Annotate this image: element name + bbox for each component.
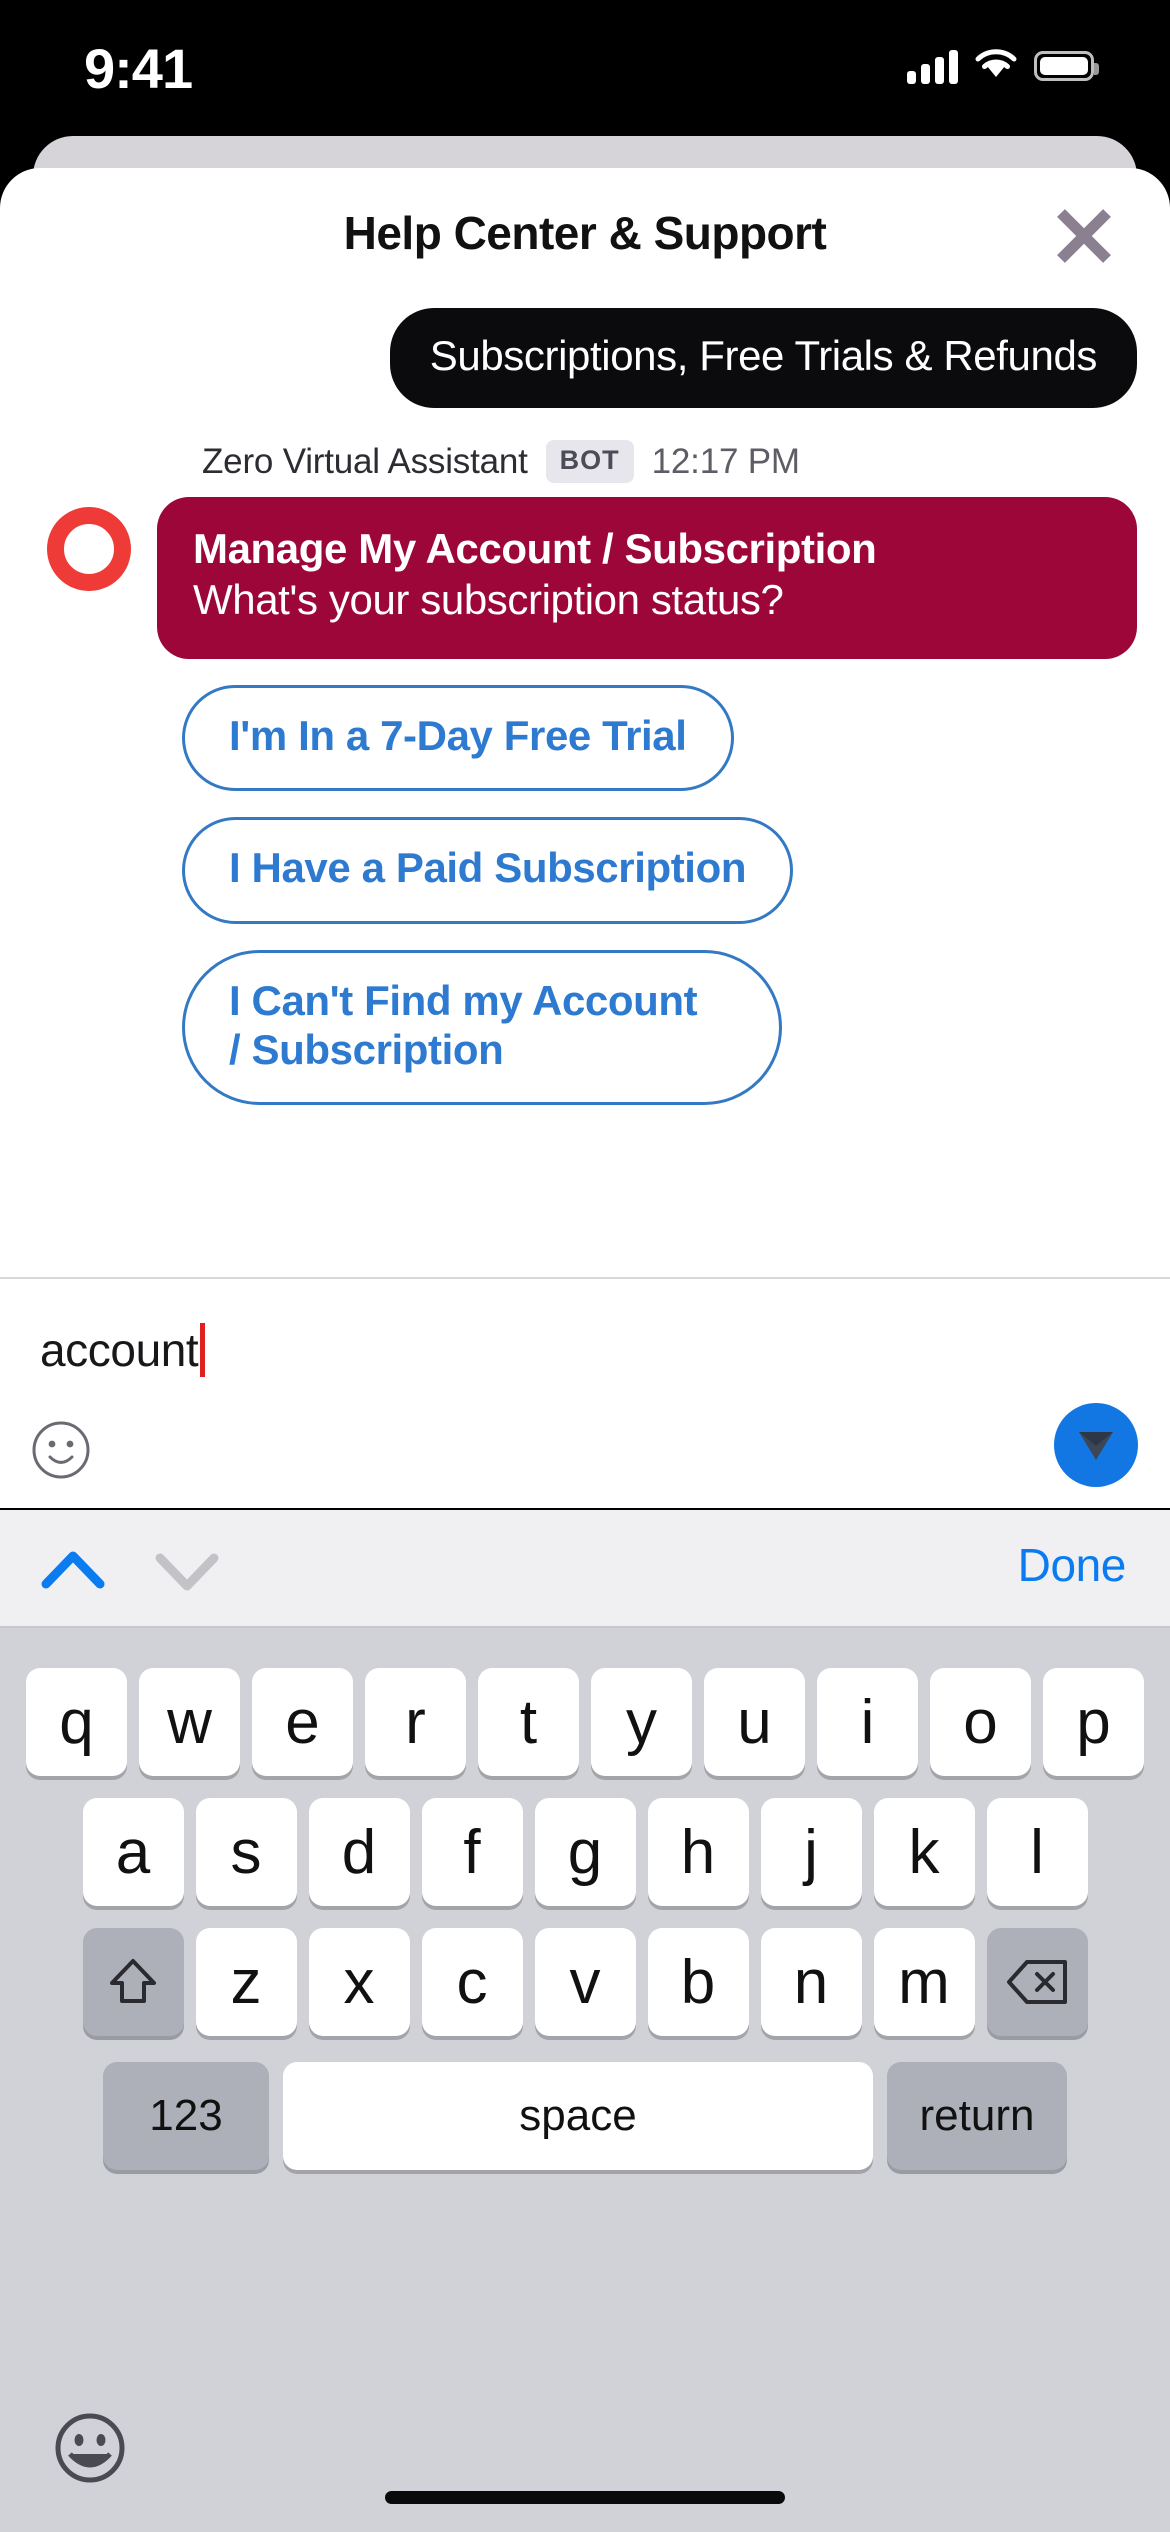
- bot-message-subtitle: What's your subscription status?: [193, 575, 784, 623]
- key-b[interactable]: b: [647, 1928, 749, 2036]
- key-z[interactable]: z: [195, 1928, 297, 2036]
- status-bar: 9:41: [0, 0, 1170, 145]
- keyboard-row-3: z x c v b n m: [0, 1928, 1170, 2036]
- key-f[interactable]: f: [421, 1798, 523, 1906]
- key-m[interactable]: m: [873, 1928, 975, 2036]
- keyboard-done-button[interactable]: Done: [1018, 1538, 1127, 1592]
- page-title: Help Center & Support: [343, 207, 827, 259]
- key-d[interactable]: d: [308, 1798, 410, 1906]
- shift-arrow-icon[interactable]: [82, 1928, 184, 2036]
- message-input[interactable]: account: [40, 1323, 206, 1377]
- user-message-row: Subscriptions, Free Trials & Refunds: [0, 308, 1170, 409]
- key-j[interactable]: j: [760, 1798, 862, 1906]
- keyboard-row-1: q w e r t y u i o p: [0, 1668, 1170, 1776]
- close-icon[interactable]: [1046, 198, 1122, 274]
- quick-reply-paid-subscription[interactable]: I Have a Paid Subscription: [182, 817, 794, 924]
- user-message-bubble: Subscriptions, Free Trials & Refunds: [389, 308, 1137, 409]
- status-bar-indicators: [907, 46, 1099, 85]
- key-v[interactable]: v: [534, 1928, 636, 2036]
- key-w[interactable]: w: [139, 1668, 240, 1776]
- bot-timestamp: 12:17 PM: [651, 441, 800, 481]
- key-numbers[interactable]: 123: [103, 2062, 269, 2170]
- cellular-signal-icon: [907, 48, 958, 84]
- key-g[interactable]: g: [534, 1798, 636, 1906]
- key-c[interactable]: c: [421, 1928, 523, 2036]
- key-n[interactable]: n: [760, 1928, 862, 2036]
- virtual-keyboard: q w e r t y u i o p a s d f g h j k l z …: [0, 1628, 1170, 2532]
- bot-message-bubble: Manage My Account / Subscription What's …: [157, 497, 1137, 659]
- quick-reply-row-1: I'm In a 7-Day Free Trial: [0, 684, 1170, 792]
- chat-transcript: Subscriptions, Free Trials & Refunds Zer…: [0, 286, 1170, 1376]
- key-x[interactable]: x: [308, 1928, 410, 2036]
- key-u[interactable]: u: [704, 1668, 805, 1776]
- quick-reply-free-trial[interactable]: I'm In a 7-Day Free Trial: [182, 684, 734, 792]
- bot-name: Zero Virtual Assistant: [202, 441, 528, 481]
- send-paper-plane-icon[interactable]: [1054, 1403, 1138, 1487]
- phone-screen: 9:41 Help Center & Support Subscriptions…: [0, 0, 1170, 2532]
- key-q[interactable]: q: [26, 1668, 127, 1776]
- chevron-up-icon[interactable]: [36, 1540, 110, 1602]
- bot-badge: BOT: [545, 440, 634, 484]
- message-input-value: account: [40, 1324, 199, 1376]
- key-r[interactable]: r: [365, 1668, 466, 1776]
- key-a[interactable]: a: [82, 1798, 184, 1906]
- bot-message-row: Manage My Account / Subscription What's …: [47, 497, 1137, 659]
- key-e[interactable]: e: [252, 1668, 353, 1776]
- emoji-smiley-globe-icon[interactable]: [48, 2406, 132, 2490]
- key-p[interactable]: p: [1043, 1668, 1144, 1776]
- key-h[interactable]: h: [647, 1798, 749, 1906]
- keyboard-row-2: a s d f g h j k l: [0, 1798, 1170, 1906]
- bot-avatar-ring-icon: [47, 507, 131, 592]
- quick-reply-row-2: I Have a Paid Subscription: [0, 817, 1170, 924]
- key-k[interactable]: k: [873, 1798, 975, 1906]
- backspace-delete-icon[interactable]: [986, 1928, 1088, 2036]
- battery-icon: [1034, 50, 1099, 81]
- home-indicator: [385, 2491, 785, 2504]
- bot-message-title: Manage My Account / Subscription: [193, 525, 877, 573]
- key-o[interactable]: o: [930, 1668, 1031, 1776]
- wifi-icon: [974, 46, 1018, 85]
- key-space[interactable]: space: [283, 2062, 873, 2170]
- sheet-header: Help Center & Support: [0, 168, 1170, 286]
- bot-message-meta: Zero Virtual Assistant BOT 12:17 PM: [202, 440, 1170, 484]
- key-return[interactable]: return: [887, 2062, 1067, 2170]
- key-i[interactable]: i: [817, 1668, 918, 1776]
- chevron-down-icon[interactable]: [150, 1540, 224, 1602]
- smiley-face-icon[interactable]: [30, 1419, 92, 1481]
- text-cursor: [200, 1323, 206, 1377]
- key-t[interactable]: t: [478, 1668, 579, 1776]
- status-bar-time: 9:41: [84, 37, 193, 100]
- key-s[interactable]: s: [195, 1798, 297, 1906]
- message-composer: account: [0, 1277, 1170, 1508]
- keyboard-row-4: 123 space return: [0, 2062, 1170, 2170]
- key-l[interactable]: l: [986, 1798, 1088, 1906]
- quick-reply-row-3: I Can't Find my Account / Subscription: [0, 949, 1170, 1106]
- keyboard-accessory-toolbar: Done: [0, 1510, 1170, 1628]
- quick-reply-cant-find-account[interactable]: I Can't Find my Account / Subscription: [182, 949, 782, 1106]
- key-y[interactable]: y: [591, 1668, 692, 1776]
